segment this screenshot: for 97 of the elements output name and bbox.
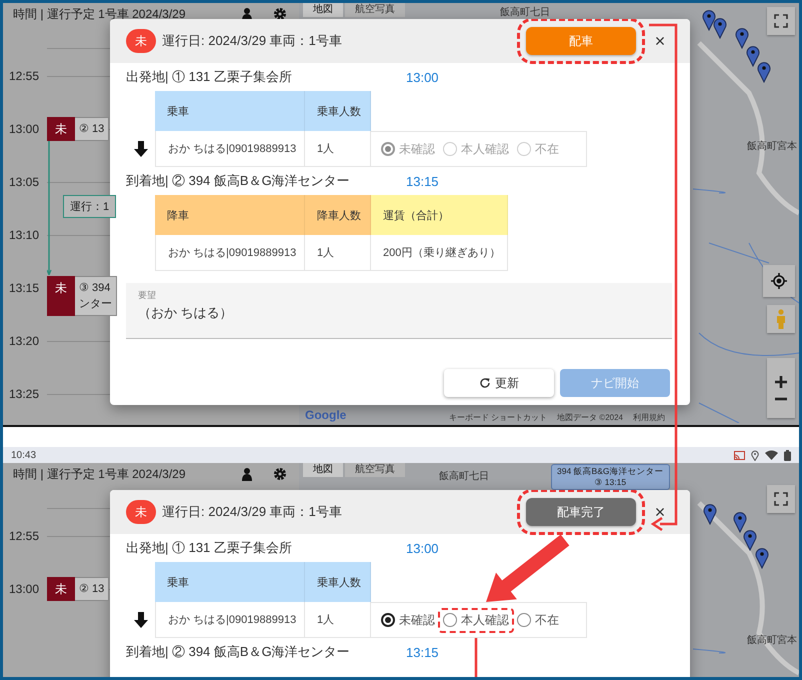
- stop-label: 到着地| ② 394 飯高B＆G海洋センター: [126, 172, 351, 190]
- map-pin-icon: [735, 27, 749, 49]
- time-label: 13:00: [8, 122, 40, 136]
- stop-time: 13:00: [406, 540, 439, 556]
- map-pin-icon: [757, 61, 771, 83]
- map-pin-icon: [743, 529, 757, 551]
- map-tab[interactable]: 地図: [303, 463, 343, 477]
- time-label: 12:55: [8, 68, 40, 82]
- down-arrow-icon: [134, 612, 148, 628]
- map-pin-icon: [733, 511, 747, 533]
- trip-block: ② 13: [75, 576, 110, 600]
- popup-title: 394 飯高B&G海洋センター: [557, 466, 664, 477]
- map-tab[interactable]: 航空写真: [345, 3, 405, 17]
- column-header: 乗車人数: [305, 91, 371, 131]
- stop-time: 13:00: [406, 70, 439, 84]
- wifi-icon: [765, 450, 778, 460]
- place-label: 飯高町七日: [500, 6, 550, 19]
- fullscreen-button[interactable]: [767, 485, 795, 513]
- map-tab[interactable]: 航空写真: [345, 463, 405, 477]
- table-cell: 1人: [305, 602, 371, 638]
- table-cell: おか ちはる|09019889913: [155, 602, 305, 638]
- refresh-icon: [479, 377, 491, 389]
- dialog-title: 運行日: 2024/3/29 車両：1号車: [162, 32, 342, 50]
- gear-icon: [273, 467, 287, 481]
- table-cell: 1人: [305, 235, 371, 271]
- radio-option[interactable]: 未確認: [376, 608, 440, 632]
- stop-time: 13:15: [406, 174, 439, 188]
- fullscreen-icon: [774, 492, 788, 506]
- clock-time: 10:43: [11, 450, 36, 460]
- column-header: 乗車人数: [305, 562, 371, 602]
- map-attribution: 地図データ ©2024: [557, 412, 623, 423]
- time-label: 13:25: [8, 386, 40, 400]
- column-header: 降車: [155, 195, 305, 235]
- stop-label: 到着地| ② 394 飯高B＆G海洋センター: [126, 643, 351, 661]
- location-icon: [751, 450, 759, 460]
- map-attribution: キーボード ショートカット: [448, 412, 548, 423]
- column-header: 降車人数: [305, 195, 371, 235]
- gear-icon: [273, 7, 287, 21]
- person-icon: [775, 309, 787, 329]
- battery-icon: [784, 450, 791, 460]
- table-cell: 200円（乗り継ぎあり）: [371, 235, 508, 271]
- dispatch-button[interactable]: 配車完了: [526, 498, 636, 526]
- table-cell: おか ちはる|09019889913: [155, 235, 305, 271]
- crosshair-icon: [771, 273, 787, 289]
- table-cell: おか ちはる|09019889913: [155, 131, 305, 167]
- status-badge: 未: [47, 276, 75, 316]
- status-badge: 未: [126, 500, 156, 524]
- map-attribution: 利用規約: [633, 412, 665, 423]
- fullscreen-icon: [774, 14, 788, 28]
- trip-block: ② 13: [75, 116, 110, 140]
- column-header: 乗車: [155, 562, 305, 602]
- map-logo: Google: [305, 408, 346, 422]
- cast-icon: [734, 450, 745, 460]
- request-field[interactable]: 要望 （おか ちはる）: [126, 283, 672, 339]
- map-pin-icon: [713, 17, 727, 39]
- fullscreen-button[interactable]: [767, 7, 795, 35]
- time-label: 13:10: [8, 228, 40, 242]
- down-arrow-icon: [134, 141, 148, 157]
- trip-label: 運行：1: [63, 195, 116, 218]
- time-label: 13:00: [8, 582, 40, 596]
- field-label: 要望: [138, 289, 156, 302]
- map-pin-icon: [703, 503, 717, 525]
- table-cell: 1人: [305, 131, 371, 167]
- zoom-in-icon: [774, 375, 788, 389]
- status-badge: 未: [47, 116, 75, 140]
- timeline-title: 時間 | 運行予定 1号車 2024/3/29: [13, 466, 186, 482]
- stop-time: 13:15: [406, 644, 439, 660]
- time-label: 13:15: [8, 280, 40, 294]
- dialog-title: 運行日: 2024/3/29 車両：1号車: [162, 503, 342, 521]
- status-badge: 未: [126, 29, 156, 53]
- stop-label: 出発地| ① 131 乙栗子集会所: [126, 539, 293, 557]
- radio-option[interactable]: 本人確認: [438, 608, 514, 632]
- place-label: 飯高町七日: [439, 470, 489, 483]
- locate-button[interactable]: [763, 265, 795, 297]
- map-pin-icon: [702, 9, 716, 31]
- column-header: 運賃（合計）: [371, 195, 508, 235]
- map-pin-icon: [755, 547, 769, 569]
- refresh-button[interactable]: 更新: [444, 369, 554, 397]
- place-label: 飯高町宮本: [747, 140, 797, 153]
- connector-line: [474, 638, 478, 677]
- status-badge: 未: [47, 576, 75, 600]
- time-label: 13:20: [8, 334, 40, 348]
- trip-block: ③ 394 ンター: [75, 276, 117, 316]
- column-header: 乗車: [155, 91, 305, 131]
- person-icon: [241, 467, 253, 481]
- close-button[interactable]: ×: [652, 504, 668, 520]
- map-tab[interactable]: 地図: [303, 3, 343, 17]
- popup-time: ③ 13:15: [593, 477, 628, 488]
- place-label: 飯高町宮本: [747, 634, 797, 647]
- stop-label: 出発地| ① 131 乙栗子集会所: [126, 68, 293, 86]
- time-label: 12:55: [8, 528, 40, 542]
- time-label: 13:05: [8, 174, 40, 188]
- zoom-out-icon: [774, 397, 788, 401]
- radio-option[interactable]: 不在: [512, 608, 564, 632]
- timeline-title: 時間 | 運行予定 1号車 2024/3/29: [13, 6, 186, 22]
- close-button[interactable]: ×: [652, 33, 668, 49]
- map-pin-icon: [746, 45, 760, 67]
